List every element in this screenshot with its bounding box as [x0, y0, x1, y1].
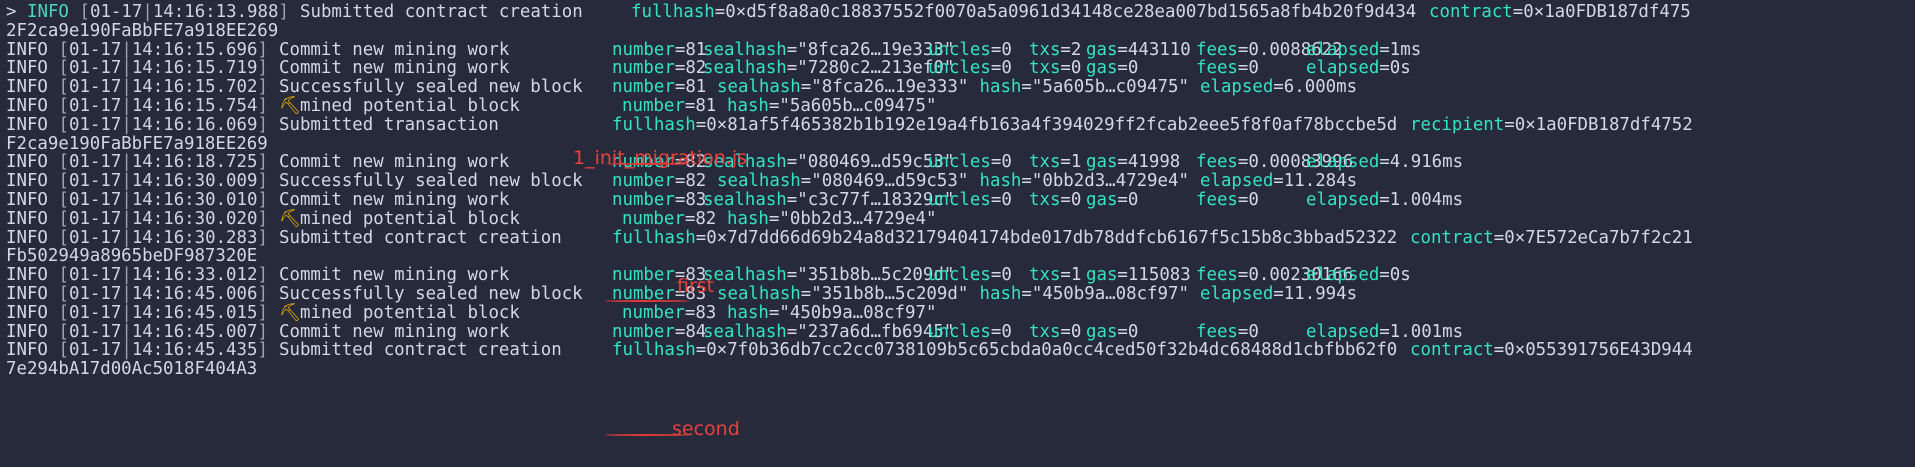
field-value: "450b9a…08cf97"	[1031, 284, 1189, 304]
annotation-underline	[604, 300, 690, 302]
field-fullhash: fullhash=0×d5f8a8a0c18837552f0070a5a0961…	[631, 1, 1416, 24]
field-key: txs	[1029, 190, 1061, 210]
annotation-label: 1_init_migration.js	[573, 147, 748, 169]
field-recipient: recipient=0×1a0FDB187df4752	[1410, 114, 1693, 137]
log-message: Submitted contract creation	[300, 2, 583, 22]
field-contract: contract=0×055391756E43D944	[1410, 339, 1693, 362]
field-elapsed: elapsed=6.000ms	[1200, 76, 1357, 99]
field-fullhash: fullhash=0×7f0b36db7cc2cc0738109b5c65cbd…	[612, 339, 1397, 362]
field-key: fees	[1196, 190, 1238, 210]
equals-sign: =	[1379, 190, 1390, 210]
field-key: fullhash	[612, 340, 696, 361]
terminal-output[interactable]: > INFO [01-17|14:16:13.988] Submitted contr…	[6, 0, 1915, 467]
field-value: 0×1a0FDB187df475	[1523, 2, 1691, 22]
field-value: 0×81af5f465382b1b192e19a4fb163a4f394029f…	[706, 114, 1398, 135]
field-key: contract	[1410, 227, 1494, 248]
field-fullhash: fullhash=0×81af5f465382b1b192e19a4fb163a…	[612, 114, 1397, 137]
field-key: elapsed	[1200, 284, 1274, 304]
field-fees: fees=0	[1196, 189, 1259, 212]
field-value: 0	[1248, 190, 1259, 210]
bracket: ]	[257, 340, 268, 361]
field-value: 6.000ms	[1283, 77, 1358, 98]
field-txs: txs=0	[1029, 189, 1081, 212]
bracket: ]	[257, 227, 268, 248]
field-value: 0s	[1389, 265, 1411, 286]
field-value: 4.916ms	[1389, 152, 1464, 173]
field-fullhash: fullhash=0×7d7dd66d69b24a8d32179404174bd…	[612, 227, 1397, 250]
equals-sign: =	[1021, 77, 1032, 98]
field-key: gas	[1086, 190, 1118, 210]
field-value: 0×d5f8a8a0c18837552f0070a5a0961d34148ce2…	[725, 2, 1417, 22]
annotation-underline	[604, 434, 690, 436]
equals-sign: =	[1273, 171, 1284, 192]
equals-sign: =	[1493, 227, 1505, 248]
field-value: 0×055391756E43D944	[1504, 340, 1693, 361]
field-value: 0	[1070, 190, 1082, 210]
field-value: 0×7f0b36db7cc2cc0738109b5c65cbda0a0cc4ce…	[706, 340, 1398, 361]
field-elapsed: elapsed=1.004ms	[1306, 189, 1463, 212]
equals-sign: =	[1379, 152, 1390, 173]
equals-sign: =	[1379, 58, 1390, 79]
field-key: hash	[979, 77, 1022, 98]
log-message: Submitted transaction	[279, 114, 499, 135]
field-key: recipient	[1410, 114, 1505, 135]
annotation-label: first	[677, 275, 715, 297]
equals-sign: =	[1493, 340, 1505, 361]
equals-sign: =	[695, 227, 707, 248]
equals-sign: =	[1237, 190, 1249, 210]
field-value: 1.004ms	[1389, 190, 1464, 210]
field-value: 11.994s	[1283, 284, 1358, 304]
equals-sign: =	[1021, 284, 1032, 304]
field-uncles: uncles=0	[928, 189, 1012, 212]
equals-sign: =	[1117, 190, 1128, 210]
annotation-label: second	[672, 418, 740, 440]
equals-sign: =	[695, 340, 707, 361]
equals-sign: =	[1060, 190, 1071, 210]
equals-sign: =	[695, 114, 707, 135]
field-key: elapsed	[1306, 190, 1380, 210]
bracket: ]	[278, 2, 289, 22]
field-contract: contract=0×7E572eCa7b7f2c21	[1410, 227, 1693, 250]
field-value: 0×1a0FDB187df4752	[1514, 114, 1693, 135]
wrapped-text: 7e294bA17d00Ac5018F404A3	[6, 359, 258, 380]
field-hash: hash="5a605b…c09475"	[980, 76, 1189, 99]
equals-sign: =	[990, 190, 1002, 210]
field-contract: contract=0×1a0FDB187df475	[1429, 1, 1691, 24]
field-gas: gas=0	[1086, 189, 1138, 212]
field-key: fullhash	[612, 114, 696, 135]
log-message: Submitted contract creation	[279, 227, 562, 248]
field-key: elapsed	[1200, 77, 1274, 98]
equals-sign: =	[1504, 114, 1515, 135]
field-hash: hash="450b9a…08cf97"	[980, 283, 1189, 306]
field-key: contract	[1429, 2, 1513, 22]
field-value: 0×7E572eCa7b7f2c21	[1504, 227, 1693, 248]
field-key: fullhash	[631, 2, 715, 22]
field-elapsed: elapsed=11.994s	[1200, 283, 1357, 306]
field-value: "5a605b…c09475"	[1031, 77, 1189, 98]
log-message: Submitted contract creation	[279, 340, 562, 361]
field-key: contract	[1410, 340, 1494, 361]
field-key: hash	[979, 284, 1022, 304]
field-value: 0	[1127, 190, 1139, 210]
equals-sign: =	[1273, 77, 1284, 98]
field-value: 0×7d7dd66d69b24a8d32179404174bde017db78d…	[706, 227, 1398, 248]
field-key: fullhash	[612, 227, 696, 248]
equals-sign: =	[714, 2, 726, 22]
equals-sign: =	[1512, 2, 1524, 22]
field-key: uncles	[928, 190, 991, 210]
field-value: 0s	[1389, 58, 1411, 79]
annotation-underline	[606, 163, 690, 165]
equals-sign: =	[1273, 284, 1284, 304]
field-value: 0	[1001, 190, 1012, 210]
equals-sign: =	[1379, 265, 1390, 286]
